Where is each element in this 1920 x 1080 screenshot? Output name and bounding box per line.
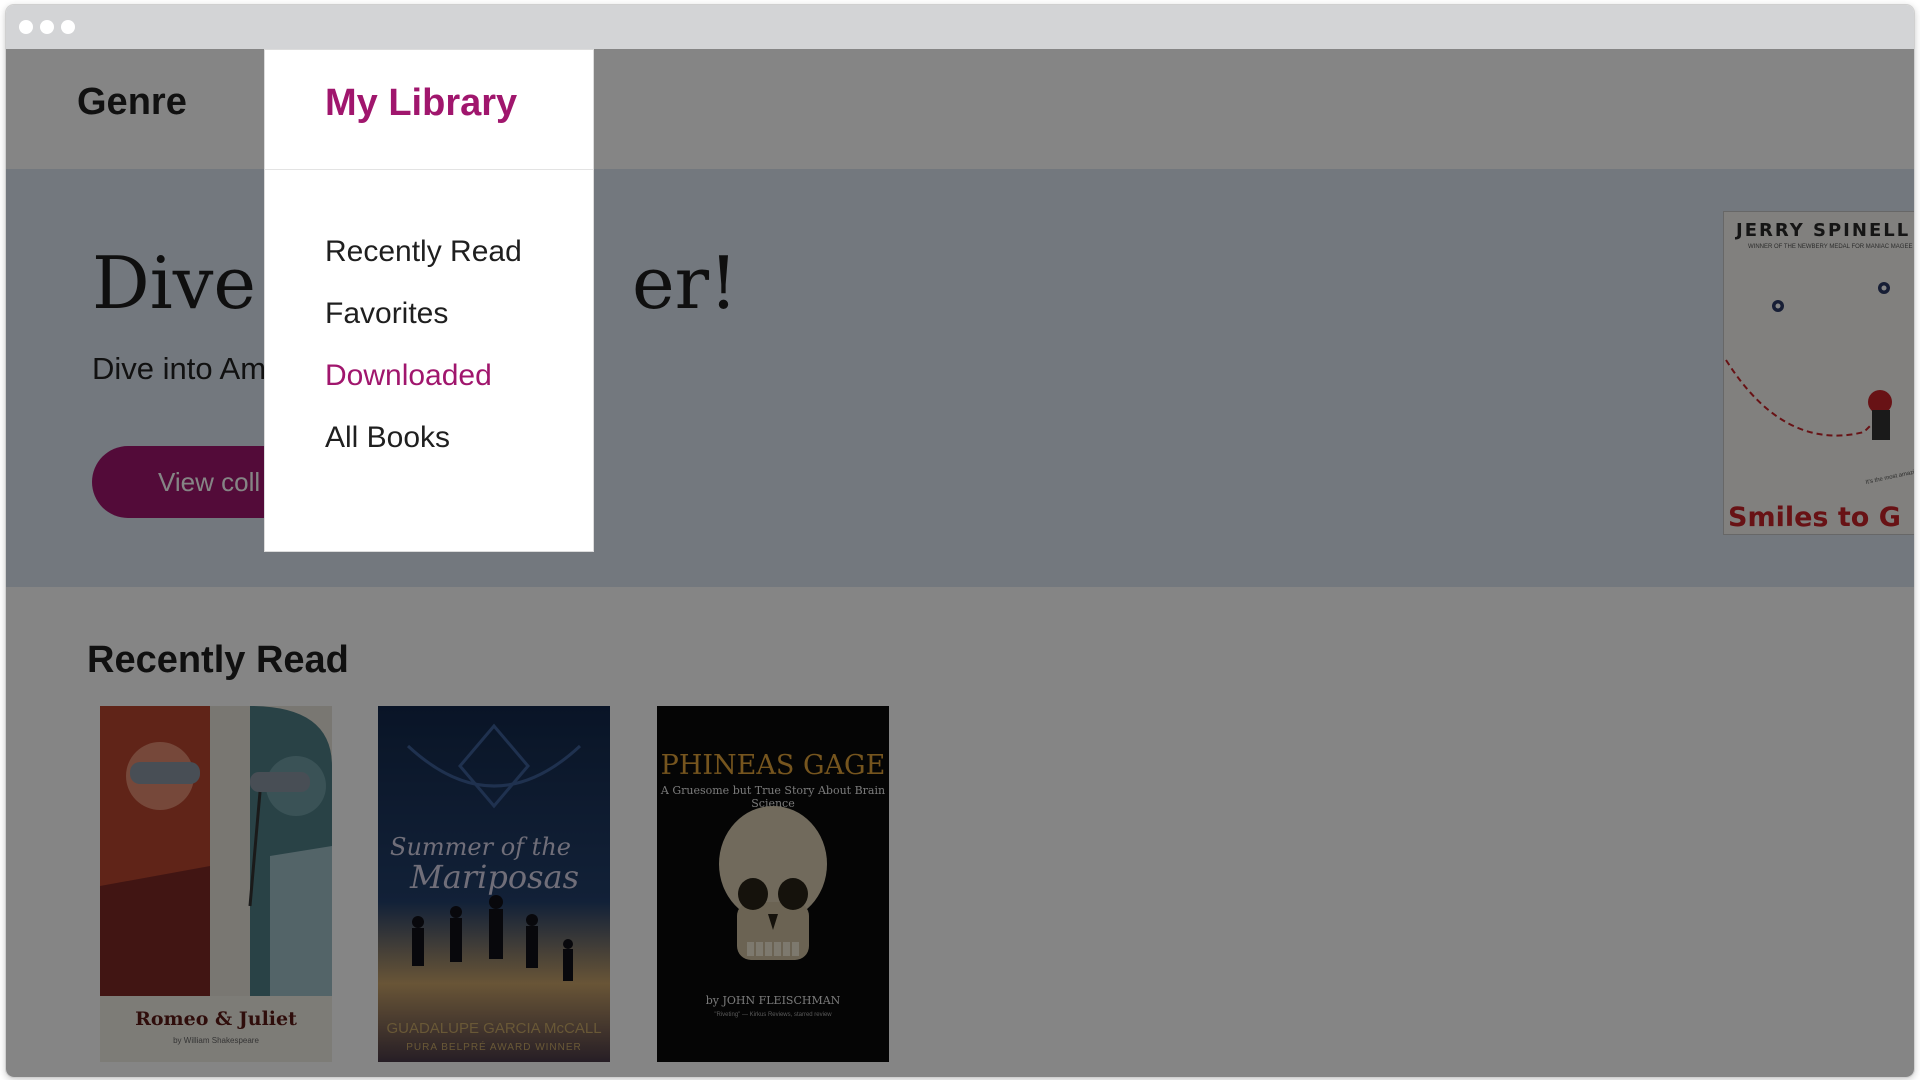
window-dot-icon [19, 20, 33, 34]
menu-item-all-books[interactable]: All Books [325, 418, 522, 480]
my-library-tab[interactable]: My Library [265, 50, 593, 170]
my-library-label: My Library [325, 82, 518, 124]
window-dot-icon [61, 20, 75, 34]
window-dot-icon [40, 20, 54, 34]
window-titlebar [6, 5, 1914, 49]
menu-item-recently-read[interactable]: Recently Read [325, 232, 522, 294]
library-menu-list: Recently Read Favorites Downloaded All B… [325, 232, 522, 480]
my-library-dropdown: My Library Recently Read Favorites Downl… [264, 49, 594, 552]
page: Genre Dive i er! Dive into Am View coll J… [6, 49, 1914, 1077]
menu-item-downloaded[interactable]: Downloaded [325, 356, 522, 418]
browser-window: Genre Dive i er! Dive into Am View coll J… [6, 5, 1914, 1077]
menu-item-favorites[interactable]: Favorites [325, 294, 522, 356]
